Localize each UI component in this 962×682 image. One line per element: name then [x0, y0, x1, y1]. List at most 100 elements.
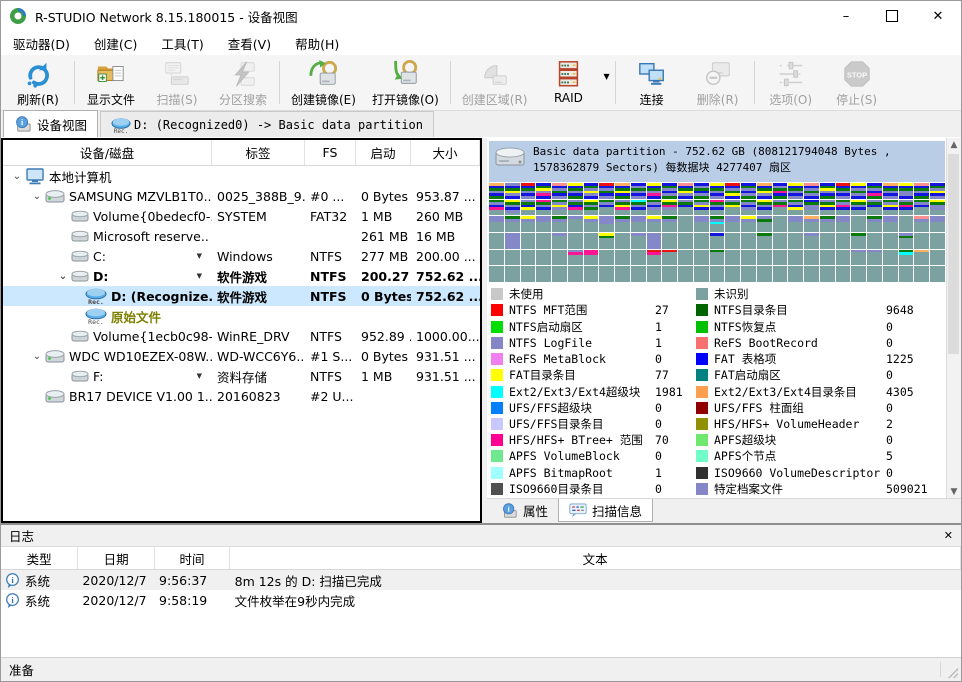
map-block[interactable] — [820, 250, 835, 266]
map-block[interactable] — [725, 183, 740, 199]
scan-scrollbar[interactable]: ▲ ▼ — [946, 138, 961, 499]
map-block[interactable] — [773, 216, 788, 232]
map-block[interactable] — [521, 233, 536, 249]
map-block[interactable] — [930, 266, 945, 282]
map-block[interactable] — [725, 250, 740, 266]
log-column-header-1[interactable]: 日期 — [78, 547, 154, 569]
raid-dropdown-arrow-icon[interactable]: ▼ — [601, 69, 611, 83]
scan-tab-properties[interactable]: i属性 — [491, 499, 558, 522]
map-block[interactable] — [725, 200, 740, 216]
map-block[interactable] — [804, 216, 819, 232]
toolbar-button-创建镜像E[interactable]: 创建镜像(E) — [283, 55, 364, 110]
tree-row--[interactable]: ⌄本地计算机 — [3, 166, 480, 186]
map-block[interactable] — [678, 233, 693, 249]
map-block[interactable] — [489, 216, 504, 232]
chevron-down-icon[interactable]: ▼ — [197, 372, 202, 380]
menu-item-1[interactable]: 驱动器(D) — [1, 31, 82, 56]
toolbar-button-RAID[interactable]: RAID — [535, 55, 601, 110]
map-block[interactable] — [741, 183, 756, 199]
map-block[interactable] — [662, 200, 677, 216]
maximize-button[interactable] — [869, 1, 915, 31]
tree-row-d-[interactable]: ⌄D:▼软件游戏NTFS200.27 ...752.62 ... — [3, 266, 480, 286]
map-block[interactable] — [899, 233, 914, 249]
tree-row-volume-0bedecf0-[interactable]: Volume{0bedecf0-..▼SYSTEMFAT321 MB260 MB — [3, 206, 480, 226]
tree-column-header-0[interactable]: 设备/磁盘⌃ — [3, 140, 212, 165]
map-block[interactable] — [710, 200, 725, 216]
map-block[interactable] — [584, 250, 599, 266]
map-block[interactable] — [804, 200, 819, 216]
map-block[interactable] — [552, 233, 567, 249]
map-block[interactable] — [536, 183, 551, 199]
map-block[interactable] — [584, 266, 599, 282]
map-block[interactable] — [851, 266, 866, 282]
map-block[interactable] — [930, 200, 945, 216]
map-block[interactable] — [788, 216, 803, 232]
map-block[interactable] — [757, 233, 772, 249]
scan-tab-scan-info[interactable]: 扫描信息 — [558, 499, 653, 522]
map-block[interactable] — [584, 233, 599, 249]
map-block[interactable] — [930, 233, 945, 249]
map-block[interactable] — [599, 266, 614, 282]
tree-column-header-3[interactable]: 启动 — [356, 140, 411, 165]
map-block[interactable] — [788, 250, 803, 266]
map-block[interactable] — [757, 183, 772, 199]
tree-row-microsoft-reserve-[interactable]: Microsoft reserve..▼261 MB16 MB — [3, 226, 480, 246]
map-block[interactable] — [536, 250, 551, 266]
map-block[interactable] — [631, 250, 646, 266]
partition-info-header[interactable]: Basic data partition - 752.62 GB (808121… — [489, 141, 945, 182]
tree-row-br17-device-v1-00-1-[interactable]: BR17 DEVICE V1.00 1....20160823#2 U... — [3, 386, 480, 406]
map-block[interactable] — [694, 216, 709, 232]
map-block[interactable] — [851, 250, 866, 266]
map-block[interactable] — [521, 250, 536, 266]
map-block[interactable] — [836, 266, 851, 282]
map-block[interactable] — [914, 266, 929, 282]
map-block[interactable] — [741, 216, 756, 232]
tree-column-header-2[interactable]: FS — [305, 140, 356, 165]
map-block[interactable] — [584, 200, 599, 216]
map-block[interactable] — [678, 266, 693, 282]
log-column-header-2[interactable]: 时间 — [155, 547, 230, 569]
map-block[interactable] — [836, 183, 851, 199]
map-block[interactable] — [662, 183, 677, 199]
map-block[interactable] — [615, 216, 630, 232]
map-block[interactable] — [694, 266, 709, 282]
scroll-thumb[interactable] — [948, 154, 959, 354]
map-block[interactable] — [930, 250, 945, 266]
tab-device-view[interactable]: i设备视图 — [3, 110, 98, 137]
menu-item-3[interactable]: 工具(T) — [149, 31, 215, 56]
map-block[interactable] — [678, 200, 693, 216]
toolbar-button-刷新R[interactable]: 刷新(R) — [5, 55, 71, 110]
map-block[interactable] — [867, 250, 882, 266]
map-block[interactable] — [883, 233, 898, 249]
map-block[interactable] — [568, 250, 583, 266]
map-block[interactable] — [836, 216, 851, 232]
map-block[interactable] — [710, 183, 725, 199]
map-block[interactable] — [694, 233, 709, 249]
map-block[interactable] — [820, 216, 835, 232]
map-block[interactable] — [521, 216, 536, 232]
tree-row-d-recognize-[interactable]: Rec.D: (Recognize...软件游戏NTFS0 Bytes752.6… — [3, 286, 480, 306]
map-block[interactable] — [552, 216, 567, 232]
map-block[interactable] — [599, 183, 614, 199]
map-block[interactable] — [725, 216, 740, 232]
menu-item-4[interactable]: 查看(V) — [216, 31, 283, 56]
map-block[interactable] — [773, 250, 788, 266]
map-block[interactable] — [741, 250, 756, 266]
map-block[interactable] — [804, 266, 819, 282]
map-block[interactable] — [489, 250, 504, 266]
map-block[interactable] — [851, 183, 866, 199]
map-block[interactable] — [851, 200, 866, 216]
map-block[interactable] — [757, 216, 772, 232]
map-block[interactable] — [615, 200, 630, 216]
map-block[interactable] — [536, 266, 551, 282]
log-column-header-3[interactable]: 文本 — [230, 547, 961, 569]
toolbar-button-显示文件[interactable]: 显示文件 — [78, 55, 144, 110]
map-block[interactable] — [914, 250, 929, 266]
map-block[interactable] — [867, 266, 882, 282]
map-block[interactable] — [505, 183, 520, 199]
map-block[interactable] — [552, 250, 567, 266]
map-block[interactable] — [521, 183, 536, 199]
map-block[interactable] — [773, 233, 788, 249]
tree-column-header-4[interactable]: 大小 — [411, 140, 480, 165]
log-close-icon[interactable]: ✕ — [944, 529, 953, 542]
